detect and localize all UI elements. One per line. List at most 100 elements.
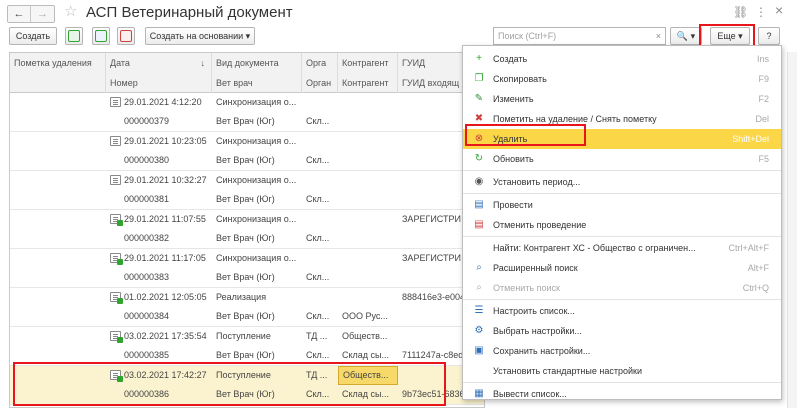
counterparty-cell[interactable] bbox=[338, 132, 398, 151]
menu-item[interactable]: ▤ Отменить проведение bbox=[463, 215, 781, 235]
org-cell[interactable] bbox=[302, 171, 338, 190]
counterparty-cell[interactable] bbox=[338, 249, 398, 268]
number-cell[interactable]: 000000380 bbox=[120, 151, 212, 170]
menu-item[interactable]: ◉ Установить период... bbox=[463, 172, 781, 192]
organ-cell[interactable]: Скл... bbox=[302, 268, 338, 287]
table-row[interactable]: 29.01.2021 10:23:05 Синхронизация о... 000… bbox=[10, 132, 484, 171]
counterparty-cell[interactable] bbox=[338, 210, 398, 229]
menu-item[interactable]: Установить стандартные настройки bbox=[463, 361, 781, 381]
counterparty-2-cell[interactable] bbox=[338, 112, 398, 131]
column-header-counterparty-2[interactable]: Контрагент bbox=[338, 73, 398, 93]
counterparty-2-cell[interactable]: ООО Рус... bbox=[338, 307, 398, 326]
vet-cell[interactable]: Вет Врач (Юг) bbox=[212, 112, 302, 131]
favorite-star-icon[interactable]: ☆ bbox=[64, 3, 77, 21]
menu-item[interactable]: ⌕ Расширенный поиск Alt+F bbox=[463, 258, 781, 278]
create-based-on-button[interactable]: Создать на основании ▾ bbox=[145, 27, 255, 45]
counterparty-2-cell[interactable] bbox=[338, 190, 398, 209]
column-header-counterparty[interactable]: Контрагент bbox=[338, 53, 398, 73]
number-cell[interactable]: 000000382 bbox=[120, 229, 212, 248]
menu-item-shortcut: Del bbox=[755, 114, 769, 124]
search-button[interactable]: 🔍 ▾ bbox=[670, 27, 702, 45]
post-button[interactable] bbox=[92, 27, 110, 45]
menu-item[interactable]: Найти: Контрагент ХС - Общество с ограни… bbox=[463, 238, 781, 258]
date-cell[interactable]: 29.01.2021 10:32:27 bbox=[120, 171, 212, 190]
column-header-vet[interactable]: Вет врач bbox=[212, 73, 302, 93]
org-cell[interactable] bbox=[302, 132, 338, 151]
table-row[interactable]: 29.01.2021 4:12:20 Синхронизация о... 0000… bbox=[10, 93, 484, 132]
vet-cell[interactable]: Вет Врач (Юг) bbox=[212, 229, 302, 248]
doc-kind-cell[interactable]: Синхронизация о... bbox=[212, 93, 302, 112]
link-icon[interactable]: ⛓ bbox=[733, 4, 748, 20]
table-row[interactable]: 29.01.2021 10:32:27 Синхронизация о... 000… bbox=[10, 171, 484, 210]
column-header-org[interactable]: Орга bbox=[302, 53, 338, 73]
vet-cell[interactable]: Вет Врач (Юг) bbox=[212, 190, 302, 209]
table-row[interactable]: 29.01.2021 11:17:05 Синхронизация о... ЗАР… bbox=[10, 249, 484, 288]
help-button[interactable]: ? bbox=[758, 27, 780, 45]
column-header-deletion-mark[interactable]: Пометка удаления bbox=[10, 53, 106, 73]
menu-item[interactable]: ✎ Изменить F2 bbox=[463, 89, 781, 109]
create-button[interactable]: Создать bbox=[9, 27, 57, 45]
column-header-organ[interactable]: Орган bbox=[302, 73, 338, 93]
column-header-doc-kind[interactable]: Вид документа bbox=[212, 53, 302, 73]
organ-cell[interactable]: Скл... bbox=[302, 151, 338, 170]
organ-cell[interactable]: Скл... bbox=[302, 112, 338, 131]
date-cell[interactable]: 29.01.2021 11:17:05 bbox=[120, 249, 212, 268]
doc-kind-cell[interactable]: Синхронизация о... bbox=[212, 210, 302, 229]
counterparty-cell[interactable] bbox=[338, 171, 398, 190]
org-cell[interactable]: ТД ... bbox=[302, 327, 338, 346]
number-cell[interactable]: 000000381 bbox=[120, 190, 212, 209]
counterparty-cell[interactable] bbox=[338, 93, 398, 112]
org-cell[interactable] bbox=[302, 210, 338, 229]
clear-search-icon[interactable]: × bbox=[656, 28, 661, 44]
number-cell[interactable]: 000000383 bbox=[120, 268, 212, 287]
close-icon[interactable]: × bbox=[775, 2, 783, 18]
organ-cell[interactable]: Скл... bbox=[302, 190, 338, 209]
organ-cell[interactable]: Скл... bbox=[302, 229, 338, 248]
number-cell[interactable]: 000000379 bbox=[120, 112, 212, 131]
counterparty-cell[interactable]: Обществ... bbox=[338, 327, 398, 346]
back-arrow-icon[interactable]: ← bbox=[8, 6, 31, 22]
org-cell[interactable] bbox=[302, 93, 338, 112]
copy-button[interactable] bbox=[65, 27, 83, 45]
date-cell[interactable]: 29.01.2021 4:12:20 bbox=[120, 93, 212, 112]
vertical-scrollbar[interactable] bbox=[787, 52, 797, 408]
counterparty-2-cell[interactable] bbox=[338, 229, 398, 248]
vet-cell[interactable]: Вет Врач (Юг) bbox=[212, 268, 302, 287]
counterparty-cell[interactable] bbox=[338, 288, 398, 307]
table-row[interactable]: 03.02.2021 17:35:54 Поступление ТД ... Обще… bbox=[10, 327, 484, 366]
unpost-button[interactable] bbox=[117, 27, 135, 45]
menu-item[interactable]: ⚙ Выбрать настройки... bbox=[463, 321, 781, 341]
search-input[interactable]: Поиск (Ctrl+F) × bbox=[493, 27, 666, 45]
menu-item[interactable]: ↻ Обновить F5 bbox=[463, 149, 781, 169]
menu-item[interactable]: ☰ Настроить список... bbox=[463, 301, 781, 321]
menu-item[interactable]: + Создать Ins bbox=[463, 49, 781, 69]
org-cell[interactable] bbox=[302, 288, 338, 307]
column-header-date[interactable]: Дата ↓ bbox=[106, 53, 212, 73]
vet-cell[interactable]: Вет Врач (Юг) bbox=[212, 307, 302, 326]
doc-kind-cell[interactable]: Синхронизация о... bbox=[212, 249, 302, 268]
menu-item[interactable]: ▣ Сохранить настройки... bbox=[463, 341, 781, 361]
organ-cell[interactable]: Скл... bbox=[302, 307, 338, 326]
table-row[interactable]: 01.02.2021 12:05:05 Реализация 888416e3-e0… bbox=[10, 288, 484, 327]
doc-kind-cell[interactable]: Реализация bbox=[212, 288, 302, 307]
menu-item[interactable]: ▤ Провести bbox=[463, 195, 781, 215]
menu-item[interactable]: ❐ Скопировать F9 bbox=[463, 69, 781, 89]
org-cell[interactable] bbox=[302, 249, 338, 268]
date-cell[interactable]: 29.01.2021 10:23:05 bbox=[120, 132, 212, 151]
column-header-number[interactable]: Номер bbox=[106, 73, 212, 93]
doc-kind-cell[interactable]: Синхронизация о... bbox=[212, 171, 302, 190]
counterparty-2-cell[interactable] bbox=[338, 151, 398, 170]
date-cell[interactable]: 29.01.2021 11:07:55 bbox=[120, 210, 212, 229]
counterparty-2-cell[interactable] bbox=[338, 268, 398, 287]
doc-kind-cell[interactable]: Синхронизация о... bbox=[212, 132, 302, 151]
more-vertical-icon[interactable]: ⋮ bbox=[755, 4, 767, 20]
table-row[interactable]: 29.01.2021 11:07:55 Синхронизация о... ЗАР… bbox=[10, 210, 484, 249]
date-cell[interactable]: 01.02.2021 12:05:05 bbox=[120, 288, 212, 307]
forward-arrow-icon[interactable]: → bbox=[31, 6, 54, 22]
doc-kind-cell[interactable]: Поступление bbox=[212, 327, 302, 346]
documents-table: Пометка удаления Дата ↓ Вид документа Ор… bbox=[9, 52, 485, 408]
number-cell[interactable]: 000000384 bbox=[120, 307, 212, 326]
date-cell[interactable]: 03.02.2021 17:35:54 bbox=[120, 327, 212, 346]
vet-cell[interactable]: Вет Врач (Юг) bbox=[212, 151, 302, 170]
menu-item[interactable]: ▦ Вывести список... bbox=[463, 384, 781, 404]
